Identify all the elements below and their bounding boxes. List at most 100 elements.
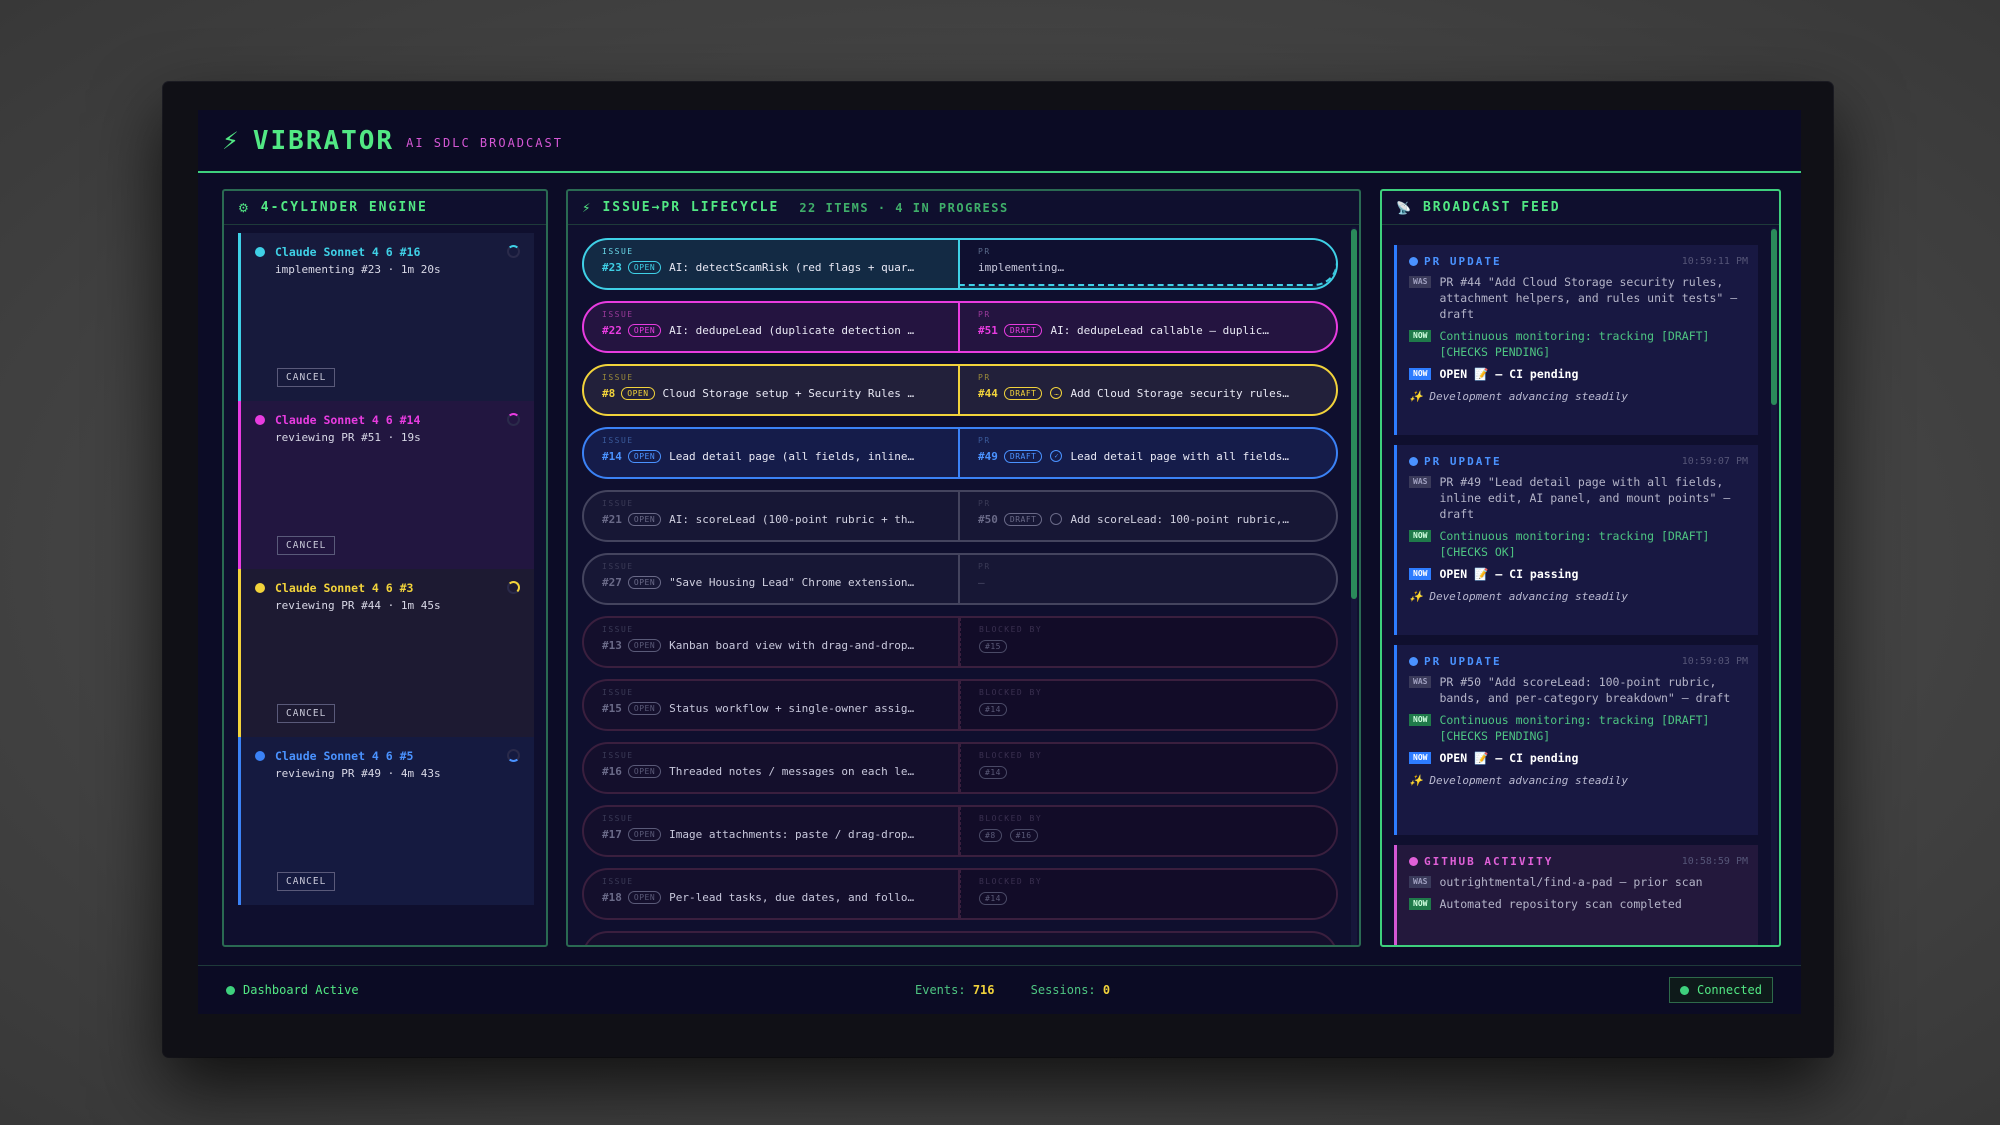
lifecycle-row[interactable]: ISSUE #16 OPEN Threaded notes / messages on… bbox=[582, 742, 1338, 794]
feed-panel-header: 📡 BROADCAST FEED bbox=[1382, 191, 1779, 225]
pr-number: #51 bbox=[978, 323, 998, 337]
cancel-button[interactable]: CANCEL bbox=[277, 368, 336, 387]
feed-card-kind: PR UPDATE bbox=[1424, 655, 1502, 668]
cylinder-agent-name: Claude Sonnet 4 6 #3 bbox=[275, 581, 414, 595]
issue-cell[interactable]: ISSUE #17 OPEN Image attachments: paste / d… bbox=[584, 807, 960, 855]
feed-note: ✨ Development advancing steadily bbox=[1409, 390, 1628, 403]
pr-number: #44 bbox=[978, 386, 998, 400]
feed-state-text: OPEN 📝 — CI passing bbox=[1439, 567, 1579, 581]
issue-title: Lead detail page (all fields, inline… bbox=[669, 449, 915, 463]
issue-number: #8 bbox=[602, 386, 616, 400]
pr-cell[interactable]: PR #50 DRAFT Add scoreLead: 100-point rubri… bbox=[960, 492, 1336, 540]
pr-label: PR bbox=[978, 436, 991, 445]
gear-icon: ⚙ bbox=[238, 200, 251, 215]
pr-cell[interactable]: PR #51 DRAFT AI: dedupeLead callable — dupl… bbox=[960, 303, 1336, 351]
blocker-pill[interactable]: #14 bbox=[979, 702, 1007, 716]
feed-card-kind: GITHUB ACTIVITY bbox=[1424, 855, 1554, 868]
issue-cell[interactable]: ISSUE #18 OPEN Per-lead tasks, due dates, a… bbox=[584, 870, 960, 918]
lifecycle-row[interactable]: ISSUE #15 OPEN Status workflow + single-own… bbox=[582, 679, 1338, 731]
spinner-icon bbox=[507, 413, 520, 426]
now-tag: NOW bbox=[1409, 530, 1432, 542]
cancel-button[interactable]: CANCEL bbox=[277, 872, 336, 891]
event-stats: Events: 716 Sessions: 0 bbox=[915, 983, 1110, 997]
lifecycle-row[interactable]: ISSUE #23 OPEN AI: detectScamRisk (red flag… bbox=[582, 238, 1338, 290]
issue-state-pill: OPEN bbox=[627, 449, 662, 463]
app-subtitle: AI SDLC BROADCAST bbox=[406, 136, 563, 150]
pr-cell[interactable]: PR implementing… bbox=[960, 240, 1336, 286]
pr-state-pill: DRAFT bbox=[1003, 386, 1043, 400]
issue-cell[interactable]: ISSUE #21 OPEN AI: scoreLead (100-point rub… bbox=[584, 492, 960, 540]
scrollbar-thumb[interactable] bbox=[1351, 229, 1357, 599]
app-brand: VIBRATOR bbox=[252, 125, 395, 156]
issue-cell[interactable]: ISSUE #16 OPEN Threaded notes / messages on… bbox=[584, 744, 960, 792]
pr-cell[interactable]: BLOCKED BY #8 #16 bbox=[960, 807, 1336, 855]
connection-badge[interactable]: Connected bbox=[1668, 977, 1773, 1003]
cylinder-status: reviewing PR #49 · 4m 43s bbox=[275, 767, 441, 780]
issue-title: "Save Housing Lead" Chrome extension… bbox=[669, 575, 915, 589]
blocker-pill[interactable]: #15 bbox=[979, 639, 1007, 653]
cancel-button[interactable]: CANCEL bbox=[277, 704, 336, 723]
issue-label: ISSUE bbox=[602, 814, 634, 823]
feed-was-text: PR #44 "Add Cloud Storage security rules… bbox=[1439, 275, 1738, 321]
cancel-button[interactable]: CANCEL bbox=[277, 536, 336, 555]
lifecycle-panel-title: ISSUE→PR LIFECYCLE bbox=[602, 200, 780, 215]
issue-cell[interactable]: ISSUE #13 OPEN Kanban board view with drag-… bbox=[584, 618, 960, 666]
issue-label: ISSUE bbox=[602, 436, 634, 445]
feed-was-text: outrightmental/find-a-pad — prior scan bbox=[1439, 875, 1703, 889]
cylinder-card: Claude Sonnet 4 6 #14 reviewing PR #51 ·… bbox=[238, 401, 534, 569]
issue-cell[interactable]: ISSUE #15 OPEN Status workflow + single-own… bbox=[584, 681, 960, 729]
lifecycle-row[interactable]: ISSUE #8 OPEN Cloud Storage setup + Securit… bbox=[582, 364, 1338, 416]
cylinder-card: Claude Sonnet 4 6 #16 implementing #23 ·… bbox=[238, 233, 534, 401]
status-bar: Dashboard Active Events: 716 Sessions: 0… bbox=[198, 965, 1801, 1014]
pr-cell[interactable]: BLOCKED BY #14 bbox=[960, 744, 1336, 792]
issue-number: #16 bbox=[602, 764, 622, 778]
issue-state-pill: OPEN bbox=[621, 386, 655, 400]
check-status-icon: … bbox=[1050, 387, 1063, 399]
issue-cell[interactable]: ISSUE #27 OPEN "Save Housing Lead" Chrome e… bbox=[584, 555, 960, 603]
blocker-pill[interactable]: #8 bbox=[979, 828, 1002, 842]
lifecycle-row[interactable]: ISSUE #18 OPEN Per-lead tasks, due dates, a… bbox=[582, 868, 1338, 920]
blocker-pill[interactable]: #16 bbox=[1009, 828, 1038, 842]
issue-cell[interactable]: ISSUE #8 OPEN Cloud Storage setup + Securit… bbox=[584, 366, 960, 414]
pr-cell[interactable]: PR #49 DRAFT ✓ Lead detail page with all fie… bbox=[960, 429, 1336, 477]
event-dot-icon bbox=[1409, 257, 1418, 266]
issue-title: AI: detectScamRisk (red flags + quar… bbox=[669, 260, 915, 274]
issue-cell[interactable]: ISSUE #22 OPEN AI: dedupeLead (duplicate de… bbox=[584, 303, 960, 351]
feed-was-text: PR #50 "Add scoreLead: 100-point rubric,… bbox=[1439, 675, 1731, 705]
issue-label: ISSUE bbox=[602, 877, 634, 886]
pr-title: AI: dedupeLead callable — duplicate … bbox=[1050, 323, 1270, 337]
pr-state-pill: DRAFT bbox=[1003, 323, 1043, 337]
issue-cell[interactable]: ISSUE #23 OPEN AI: detectScamRisk (red flag… bbox=[584, 240, 960, 288]
issue-title: Cloud Storage setup + Security Rules … bbox=[662, 386, 915, 400]
cylinder-status: reviewing PR #51 · 19s bbox=[275, 431, 421, 444]
pr-label: PR bbox=[978, 499, 991, 508]
scrollbar-thumb[interactable] bbox=[1771, 229, 1777, 405]
issue-title: Per-lead tasks, due dates, and follo… bbox=[669, 890, 915, 904]
issue-number: #18 bbox=[602, 890, 622, 904]
issue-cell[interactable]: ISSUE #14 OPEN Lead detail page (all fields… bbox=[584, 429, 960, 477]
pr-cell[interactable]: PR #44 DRAFT … Add Cloud Storage security ru… bbox=[960, 366, 1336, 414]
issue-state-pill: OPEN bbox=[627, 701, 662, 715]
blocker-pill[interactable]: #14 bbox=[979, 765, 1007, 779]
lifecycle-row[interactable]: ISSUE #17 OPEN Image attachments: paste / d… bbox=[582, 805, 1338, 857]
issue-title: AI: scoreLead (100-point rubric + th… bbox=[669, 512, 915, 526]
status-dot-icon bbox=[255, 415, 265, 425]
lifecycle-row[interactable]: ISSUE #13 OPEN Kanban board view with drag-… bbox=[582, 616, 1338, 668]
lifecycle-row[interactable]: ISSUE #22 OPEN AI: dedupeLead (duplicate de… bbox=[582, 301, 1338, 353]
pr-status-text: — bbox=[978, 575, 985, 589]
feed-card-time: 10:59:07 PM bbox=[1681, 456, 1748, 467]
lifecycle-row[interactable]: ISSUE #27 OPEN "Save Housing Lead" Chrome e… bbox=[582, 553, 1338, 605]
lifecycle-row[interactable]: ISSUE #14 OPEN Lead detail page (all fields… bbox=[582, 427, 1338, 479]
blocker-pill[interactable]: #14 bbox=[979, 891, 1007, 905]
issue-state-pill: OPEN bbox=[627, 575, 662, 589]
pr-cell[interactable]: BLOCKED BY #14 bbox=[960, 681, 1336, 729]
lifecycle-row[interactable]: ISSUE #21 OPEN AI: scoreLead (100-point rub… bbox=[582, 490, 1338, 542]
pr-cell[interactable]: BLOCKED BY #15 bbox=[960, 618, 1336, 666]
issue-number: #23 bbox=[602, 260, 622, 274]
pr-cell[interactable]: PR — bbox=[960, 555, 1336, 603]
issue-number: #15 bbox=[602, 701, 622, 715]
issue-state-pill: OPEN bbox=[627, 827, 662, 841]
now-tag: NOW bbox=[1409, 330, 1432, 342]
blocked-label: BLOCKED BY bbox=[979, 688, 1043, 697]
pr-cell[interactable]: BLOCKED BY #14 bbox=[960, 870, 1336, 918]
